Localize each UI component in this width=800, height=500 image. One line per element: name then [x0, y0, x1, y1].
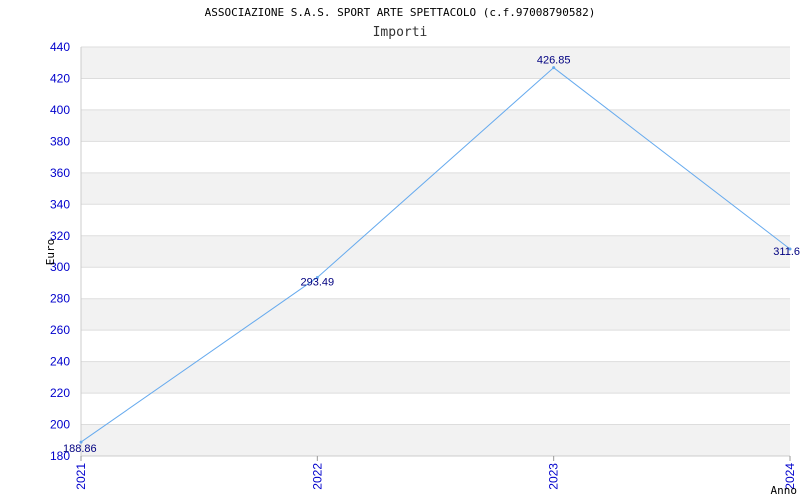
y-tick-label: 440	[50, 40, 70, 54]
data-label: 188.86	[63, 443, 97, 455]
y-tick-label: 360	[50, 166, 70, 180]
x-tick-label: 2021	[74, 463, 88, 490]
y-tick-label: 240	[50, 355, 70, 369]
grid-band	[81, 172, 790, 205]
grid-band	[81, 109, 790, 142]
grid-band	[81, 424, 790, 456]
x-tick-labels: 2021 2022 2023 2024	[74, 456, 797, 490]
grid-bands	[81, 47, 790, 456]
y-tick-label: 260	[50, 323, 70, 337]
data-label: 311.6	[773, 246, 800, 258]
y-tick-label: 220	[50, 386, 70, 400]
grid-band	[81, 298, 790, 331]
line-chart: 1802002202402602803003203403603804004204…	[44, 40, 800, 497]
y-tick-label: 400	[50, 103, 70, 117]
grid-band	[81, 361, 790, 394]
x-tick-label: 2023	[547, 463, 561, 490]
y-axis-label: Euro	[44, 239, 57, 266]
data-label: 426.85	[537, 55, 571, 67]
grid-band	[81, 47, 790, 79]
x-axis-label: Anno	[771, 484, 798, 497]
x-tick-label: 2022	[310, 463, 324, 490]
y-tick-label: 280	[50, 292, 70, 306]
grid-band	[81, 235, 790, 268]
y-tick-label: 200	[50, 418, 70, 432]
y-tick-label: 420	[50, 71, 70, 85]
data-label: 293.49	[301, 276, 335, 288]
y-tick-label: 380	[50, 134, 70, 148]
y-tick-label: 340	[50, 197, 70, 211]
